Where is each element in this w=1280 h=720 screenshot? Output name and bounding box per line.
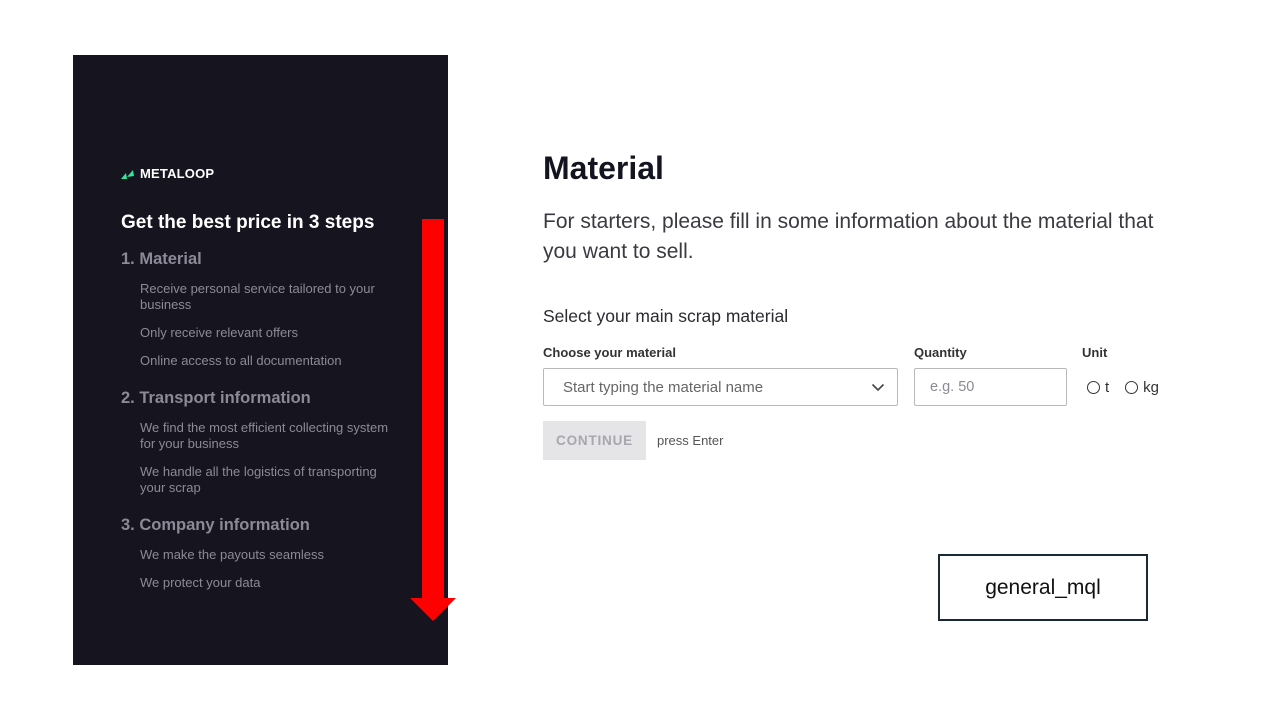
step-heading: 1. Material [121,250,202,268]
sidebar-title: Get the best price in 3 steps [121,212,375,233]
step-item: Only receive relevant offers [140,325,298,340]
step-material: 1. Material Receive personal service tai… [121,250,421,369]
step-item: We protect your data [140,575,261,590]
unit-option-kg[interactable]: kg [1125,379,1159,396]
material-label: Choose your material [543,345,676,360]
step-item: Receive personal service tailored to you… [140,281,375,312]
unit-text-t: t [1105,379,1110,396]
step-heading: 3. Company information [121,516,310,534]
quantity-label: Quantity [914,345,967,360]
continue-button[interactable]: CONTINUE [543,421,646,460]
step-item: We find the most efficient collecting sy… [140,420,389,451]
logo-text: METALOOP [140,166,215,181]
unit-radio-group: t kg [1087,379,1159,396]
material-placeholder: Start typing the material name [563,378,764,396]
sidebar: METALOOP Get the best price in 3 steps 1… [73,55,448,665]
quantity-input[interactable] [914,368,1067,406]
step-transport: 2. Transport information We find the mos… [121,389,421,496]
chevron-down-icon[interactable] [871,383,885,392]
material-select[interactable]: Start typing the material name [543,368,898,406]
metaloop-logo-icon [121,169,134,179]
press-enter-hint: press Enter [657,433,724,448]
unit-text-kg: kg [1143,379,1160,396]
steps-list: 1. Material Receive personal service tai… [121,250,421,611]
unit-label: Unit [1082,345,1108,360]
step-item: We make the payouts seamless [140,547,325,562]
logo: METALOOP [120,166,214,181]
step-heading: 2. Transport information [121,389,311,407]
radio-kg[interactable] [1125,381,1139,394]
step-item: Online access to all documentation [140,353,342,368]
page-intro: For starters, please fill in some inform… [543,210,1154,263]
step-company: 3. Company information We make the payou… [121,516,421,591]
radio-t[interactable] [1087,381,1100,394]
arrow-down-icon [410,219,456,621]
page-title: Material [543,150,664,186]
step-item: We handle all the logistics of transport… [140,464,377,495]
annotation-box: general_mql [938,554,1148,621]
section-label: Select your main scrap material [543,306,789,326]
unit-option-t[interactable]: t [1087,379,1109,396]
